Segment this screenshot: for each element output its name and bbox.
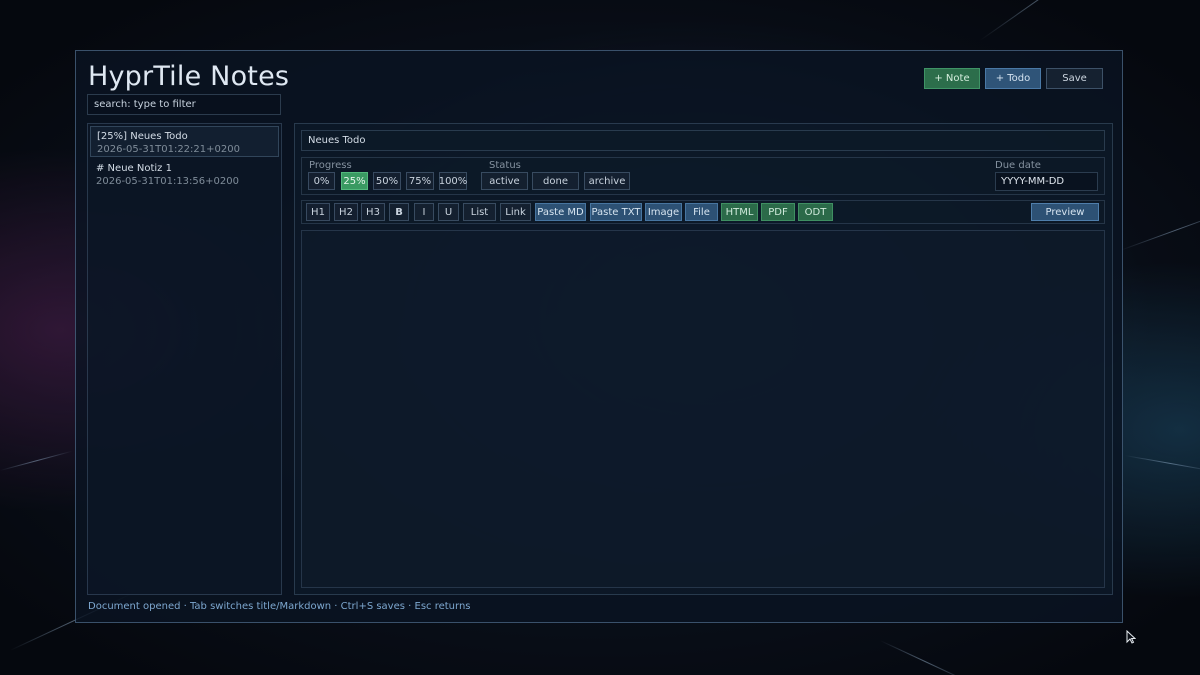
new-todo-button[interactable]: + Todo [985,68,1041,89]
h3-button[interactable]: H3 [361,203,385,221]
list-item[interactable]: [25%] Neues Todo 2026-05-31T01:22:21+020… [90,126,279,157]
editor-panel: Progress 0% 25% 50% 75% 100% Status acti… [294,123,1113,595]
todo-meta-bar: Progress 0% 25% 50% 75% 100% Status acti… [301,157,1105,195]
progress-0-button[interactable]: 0% [308,172,335,190]
list-item[interactable]: # Neue Notiz 1 2026-05-31T01:13:56+0200 [90,159,279,190]
progress-100-button[interactable]: 100% [439,172,467,190]
status-done-button[interactable]: done [532,172,579,190]
list-item-title: [25%] Neues Todo [97,131,188,142]
list-item-date: 2026-05-31T01:13:56+0200 [96,176,239,187]
status-archive-button[interactable]: archive [584,172,630,190]
progress-75-button[interactable]: 75% [406,172,434,190]
paste-txt-button[interactable]: Paste TXT [590,203,642,221]
mouse-cursor-icon [1126,630,1136,644]
list-button[interactable]: List [463,203,496,221]
status-active-button[interactable]: active [481,172,528,190]
italic-button[interactable]: I [414,203,434,221]
search-input[interactable] [87,94,281,115]
export-html-button[interactable]: HTML [721,203,758,221]
h2-button[interactable]: H2 [334,203,358,221]
background-streak [979,0,1112,41]
list-item-date: 2026-05-31T01:22:21+0200 [97,144,240,155]
h1-button[interactable]: H1 [306,203,330,221]
background-streak [1124,455,1200,472]
link-button[interactable]: Link [500,203,531,221]
paste-md-button[interactable]: Paste MD [535,203,586,221]
insert-file-button[interactable]: File [685,203,718,221]
bold-button[interactable]: B [389,203,409,221]
export-odt-button[interactable]: ODT [798,203,833,221]
underline-button[interactable]: U [438,203,459,221]
app-title: HyprTile Notes [88,61,290,92]
app-window: HyprTile Notes + Note + Todo Save [25%] … [75,50,1123,623]
progress-label: Progress [309,160,352,171]
markdown-editor[interactable] [301,230,1105,588]
notes-list: [25%] Neues Todo 2026-05-31T01:22:21+020… [87,123,282,595]
background-streak [879,640,971,675]
new-note-button[interactable]: + Note [924,68,980,89]
note-title-field[interactable] [301,130,1105,151]
progress-50-button[interactable]: 50% [373,172,401,190]
background-streak [1119,208,1200,251]
preview-button[interactable]: Preview [1031,203,1099,221]
progress-25-button[interactable]: 25% [341,172,368,190]
list-item-title: # Neue Notiz 1 [96,163,172,174]
status-label: Status [489,160,521,171]
background-streak [0,450,73,471]
format-toolbar: H1 H2 H3 B I U List Link Paste MD Paste … [301,200,1105,224]
insert-image-button[interactable]: Image [645,203,682,221]
due-date-field[interactable] [995,172,1098,191]
save-button[interactable]: Save [1046,68,1103,89]
export-pdf-button[interactable]: PDF [761,203,795,221]
status-bar: Document opened · Tab switches title/Mar… [88,601,471,612]
due-date-label: Due date [995,160,1041,171]
